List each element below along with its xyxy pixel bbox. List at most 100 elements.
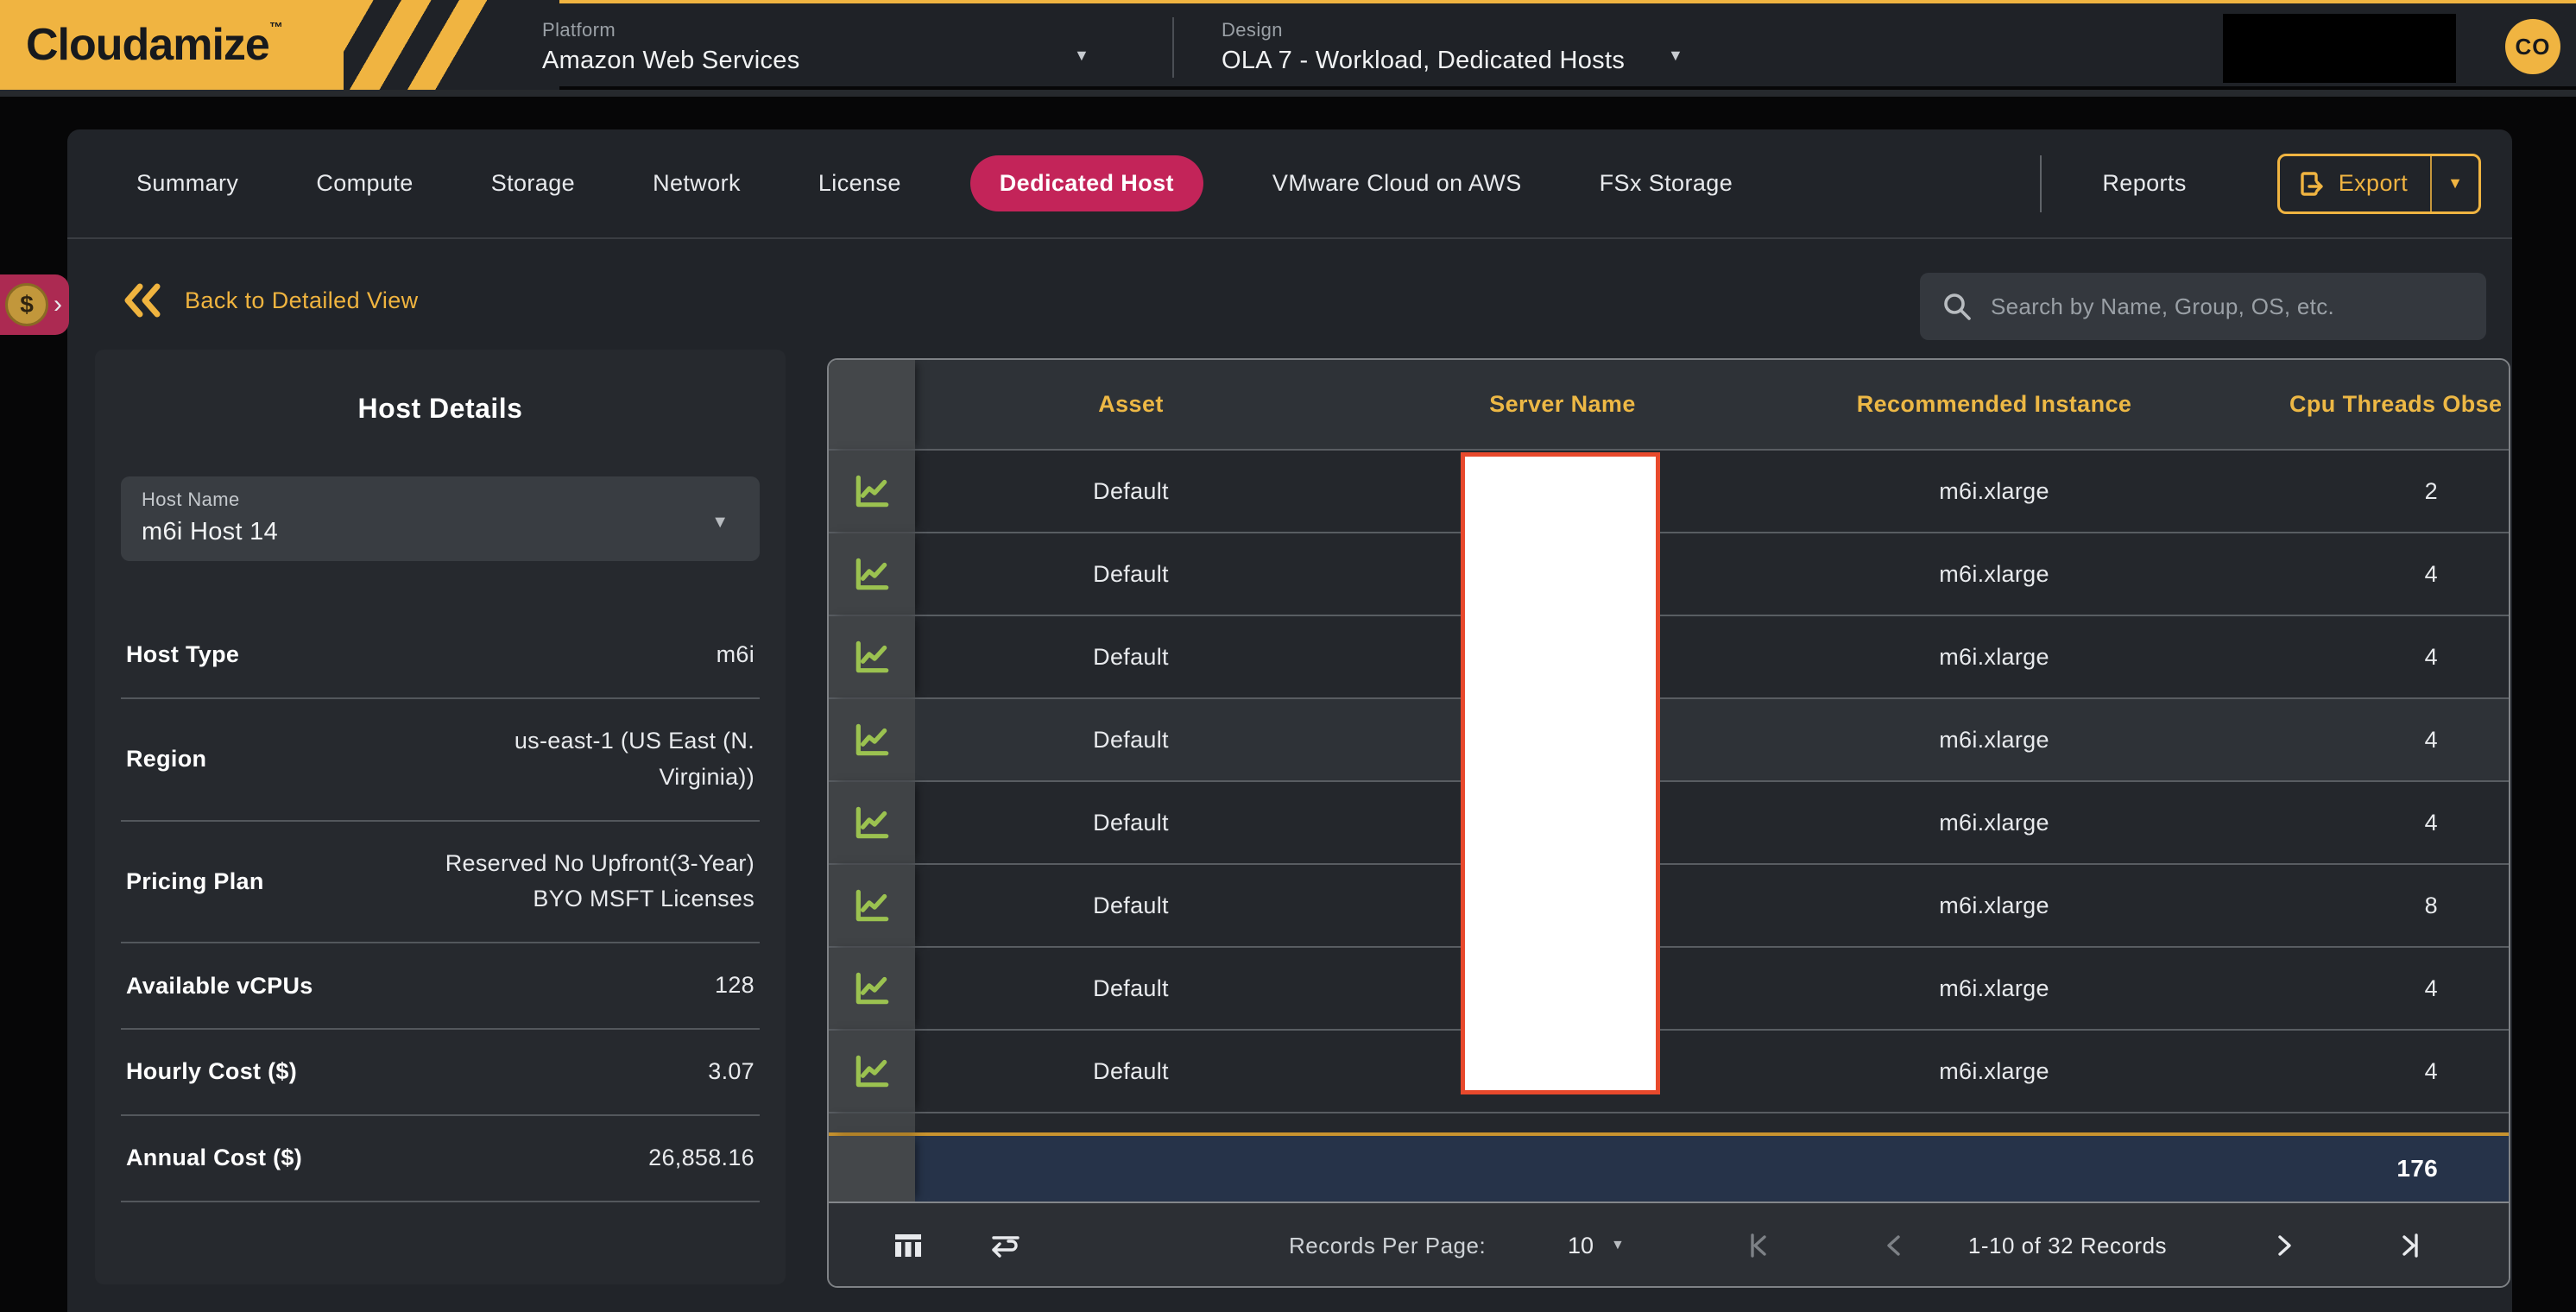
text-wrap-icon[interactable] bbox=[989, 1203, 1022, 1288]
back-to-detailed-view-link[interactable]: Back to Detailed View bbox=[121, 281, 419, 319]
cell-asset: Default bbox=[915, 948, 1347, 1029]
cell-asset: Default bbox=[915, 1031, 1347, 1112]
brand-name: Cloudamize™ bbox=[26, 19, 282, 71]
detail-row-host-type: Host Type m6i bbox=[121, 613, 760, 699]
row-chart-icon-cell[interactable] bbox=[829, 533, 915, 615]
records-per-page-select[interactable]: 10 ▼ bbox=[1568, 1203, 1625, 1288]
servers-table-panel: Asset Server Name Recommended Instance C… bbox=[827, 358, 2510, 1288]
column-settings-icon[interactable] bbox=[893, 1203, 924, 1288]
column-header-asset[interactable]: Asset bbox=[915, 360, 1347, 449]
export-main-action[interactable]: Export bbox=[2280, 169, 2430, 199]
host-name-caret-icon[interactable]: ▼ bbox=[711, 513, 729, 533]
cell-cpu-threads: 4 bbox=[2210, 699, 2509, 780]
detail-value: m6i bbox=[717, 637, 754, 673]
search-box[interactable] bbox=[1920, 273, 2486, 340]
table-row[interactable]: Default m6i.xlarge 2 bbox=[829, 449, 2509, 532]
totals-instance-cell bbox=[1778, 1136, 2210, 1202]
table-row[interactable]: Default m6i.xlarge 8 bbox=[829, 863, 2509, 946]
tab-storage[interactable]: Storage bbox=[491, 170, 575, 197]
search-icon bbox=[1941, 290, 1973, 323]
row-chart-icon-cell[interactable] bbox=[829, 451, 915, 532]
redacted-account-area bbox=[2223, 14, 2456, 83]
export-caret-icon[interactable]: ▼ bbox=[2432, 174, 2478, 192]
brand-logo: Cloudamize™ bbox=[0, 0, 345, 90]
row-chart-icon-cell[interactable] bbox=[829, 948, 915, 1029]
cell-cpu-threads: 4 bbox=[2210, 616, 2509, 697]
search-input[interactable] bbox=[1991, 293, 2466, 320]
cell-asset: Default bbox=[915, 782, 1347, 863]
export-icon bbox=[2297, 169, 2327, 199]
pagination-range-label: 1-10 of 32 Records bbox=[1964, 1203, 2171, 1288]
cell-cpu-threads: 2 bbox=[2210, 451, 2509, 532]
column-header-server-name[interactable]: Server Name bbox=[1347, 360, 1778, 449]
host-name-label: Host Name bbox=[142, 489, 739, 511]
tab-fsx-storage[interactable]: FSx Storage bbox=[1600, 170, 1733, 197]
reports-button[interactable]: Reports bbox=[2102, 170, 2186, 197]
records-per-page-label: Records Per Page: bbox=[1289, 1203, 1486, 1288]
table-row[interactable]: Default m6i.xlarge 4 bbox=[829, 946, 2509, 1029]
cell-cpu-threads: 4 bbox=[2210, 533, 2509, 615]
column-header-cpu-threads[interactable]: Cpu Threads Obse bbox=[2210, 360, 2509, 449]
row-chart-icon-cell[interactable] bbox=[829, 616, 915, 697]
next-page-button[interactable] bbox=[2269, 1203, 2300, 1288]
first-page-button[interactable] bbox=[1742, 1203, 1773, 1288]
table-row[interactable]: Default m6i.xlarge 4 bbox=[829, 1029, 2509, 1112]
detail-row-hourly-cost: Hourly Cost ($) 3.07 bbox=[121, 1030, 760, 1116]
design-value: OLA 7 - Workload, Dedicated Hosts bbox=[1222, 47, 1625, 75]
topbar-divider bbox=[1172, 17, 1174, 78]
design-caret-icon[interactable]: ▼ bbox=[1668, 47, 1683, 65]
tab-compute[interactable]: Compute bbox=[316, 170, 413, 197]
nav-divider bbox=[2040, 155, 2042, 212]
table-row[interactable]: Default m6i.xlarge 4 bbox=[829, 532, 2509, 615]
host-name-select[interactable]: Host Name m6i Host 14 ▼ bbox=[121, 476, 760, 561]
detail-label: Host Type bbox=[126, 641, 239, 668]
tab-license[interactable]: License bbox=[818, 170, 901, 197]
detail-row-available-vcpus: Available vCPUs 128 bbox=[121, 943, 760, 1030]
table-row-highlighted[interactable]: Default m6i.xlarge 4 bbox=[829, 697, 2509, 780]
platform-value: Amazon Web Services bbox=[542, 47, 800, 75]
table-row[interactable]: Default m6i.xlarge 4 bbox=[829, 780, 2509, 863]
column-header-recommended-instance[interactable]: Recommended Instance bbox=[1778, 360, 2210, 449]
cost-side-tab[interactable]: $ › bbox=[0, 274, 69, 335]
row-chart-icon-cell[interactable] bbox=[829, 865, 915, 946]
table-header-row: Asset Server Name Recommended Instance C… bbox=[829, 360, 2509, 449]
tab-vmware-cloud-on-aws[interactable]: VMware Cloud on AWS bbox=[1272, 170, 1522, 197]
trademark-symbol: ™ bbox=[269, 21, 282, 35]
expand-chevron-icon: › bbox=[54, 292, 62, 318]
table-row[interactable]: Default m6i.xlarge 4 bbox=[829, 615, 2509, 697]
platform-caret-icon[interactable]: ▼ bbox=[1074, 47, 1089, 65]
detail-label: Annual Cost ($) bbox=[126, 1145, 302, 1171]
row-chart-icon-cell bbox=[829, 1113, 915, 1132]
row-chart-icon-cell[interactable] bbox=[829, 699, 915, 780]
export-button[interactable]: Export ▼ bbox=[2277, 154, 2481, 214]
tab-summary[interactable]: Summary bbox=[136, 170, 238, 197]
export-separator bbox=[2430, 156, 2432, 211]
detail-row-annual-cost: Annual Cost ($) 26,858.16 bbox=[121, 1116, 760, 1202]
platform-label: Platform bbox=[542, 19, 800, 41]
last-page-button[interactable] bbox=[2396, 1203, 2427, 1288]
platform-selector[interactable]: Platform Amazon Web Services bbox=[542, 3, 800, 90]
row-chart-icon-cell[interactable] bbox=[829, 782, 915, 863]
brand-stripes bbox=[344, 0, 559, 90]
previous-page-button[interactable] bbox=[1878, 1203, 1910, 1288]
cell-recommended-instance: m6i.xlarge bbox=[1778, 616, 2210, 697]
cell-cpu-threads: 4 bbox=[2210, 1031, 2509, 1112]
detail-value: us-east-1 (US East (N. Virginia)) bbox=[426, 723, 754, 796]
tab-dedicated-host[interactable]: Dedicated Host bbox=[970, 155, 1203, 211]
tab-network[interactable]: Network bbox=[653, 170, 741, 197]
cell-asset: Default bbox=[915, 616, 1347, 697]
host-name-value: m6i Host 14 bbox=[142, 518, 739, 546]
redacted-server-names-overlay bbox=[1461, 452, 1660, 1094]
design-selector[interactable]: Design OLA 7 - Workload, Dedicated Hosts bbox=[1222, 3, 1625, 90]
row-chart-icon-cell[interactable] bbox=[829, 1031, 915, 1112]
detail-value: 26,858.16 bbox=[648, 1140, 754, 1176]
cell-recommended-instance: m6i.xlarge bbox=[1778, 451, 2210, 532]
dollar-icon: $ bbox=[5, 283, 48, 326]
user-avatar[interactable]: CO bbox=[2505, 19, 2560, 74]
detail-value: 128 bbox=[715, 968, 754, 1004]
tab-bar: Summary Compute Storage Network License … bbox=[67, 129, 2512, 239]
top-bar: Cloudamize™ Platform Amazon Web Services… bbox=[0, 0, 2576, 86]
detail-value: Reserved No Upfront(3-Year) BYO MSFT Lic… bbox=[444, 846, 754, 918]
total-cpu-threads: 176 bbox=[2210, 1136, 2509, 1202]
cell-cpu-threads: 8 bbox=[2210, 865, 2509, 946]
